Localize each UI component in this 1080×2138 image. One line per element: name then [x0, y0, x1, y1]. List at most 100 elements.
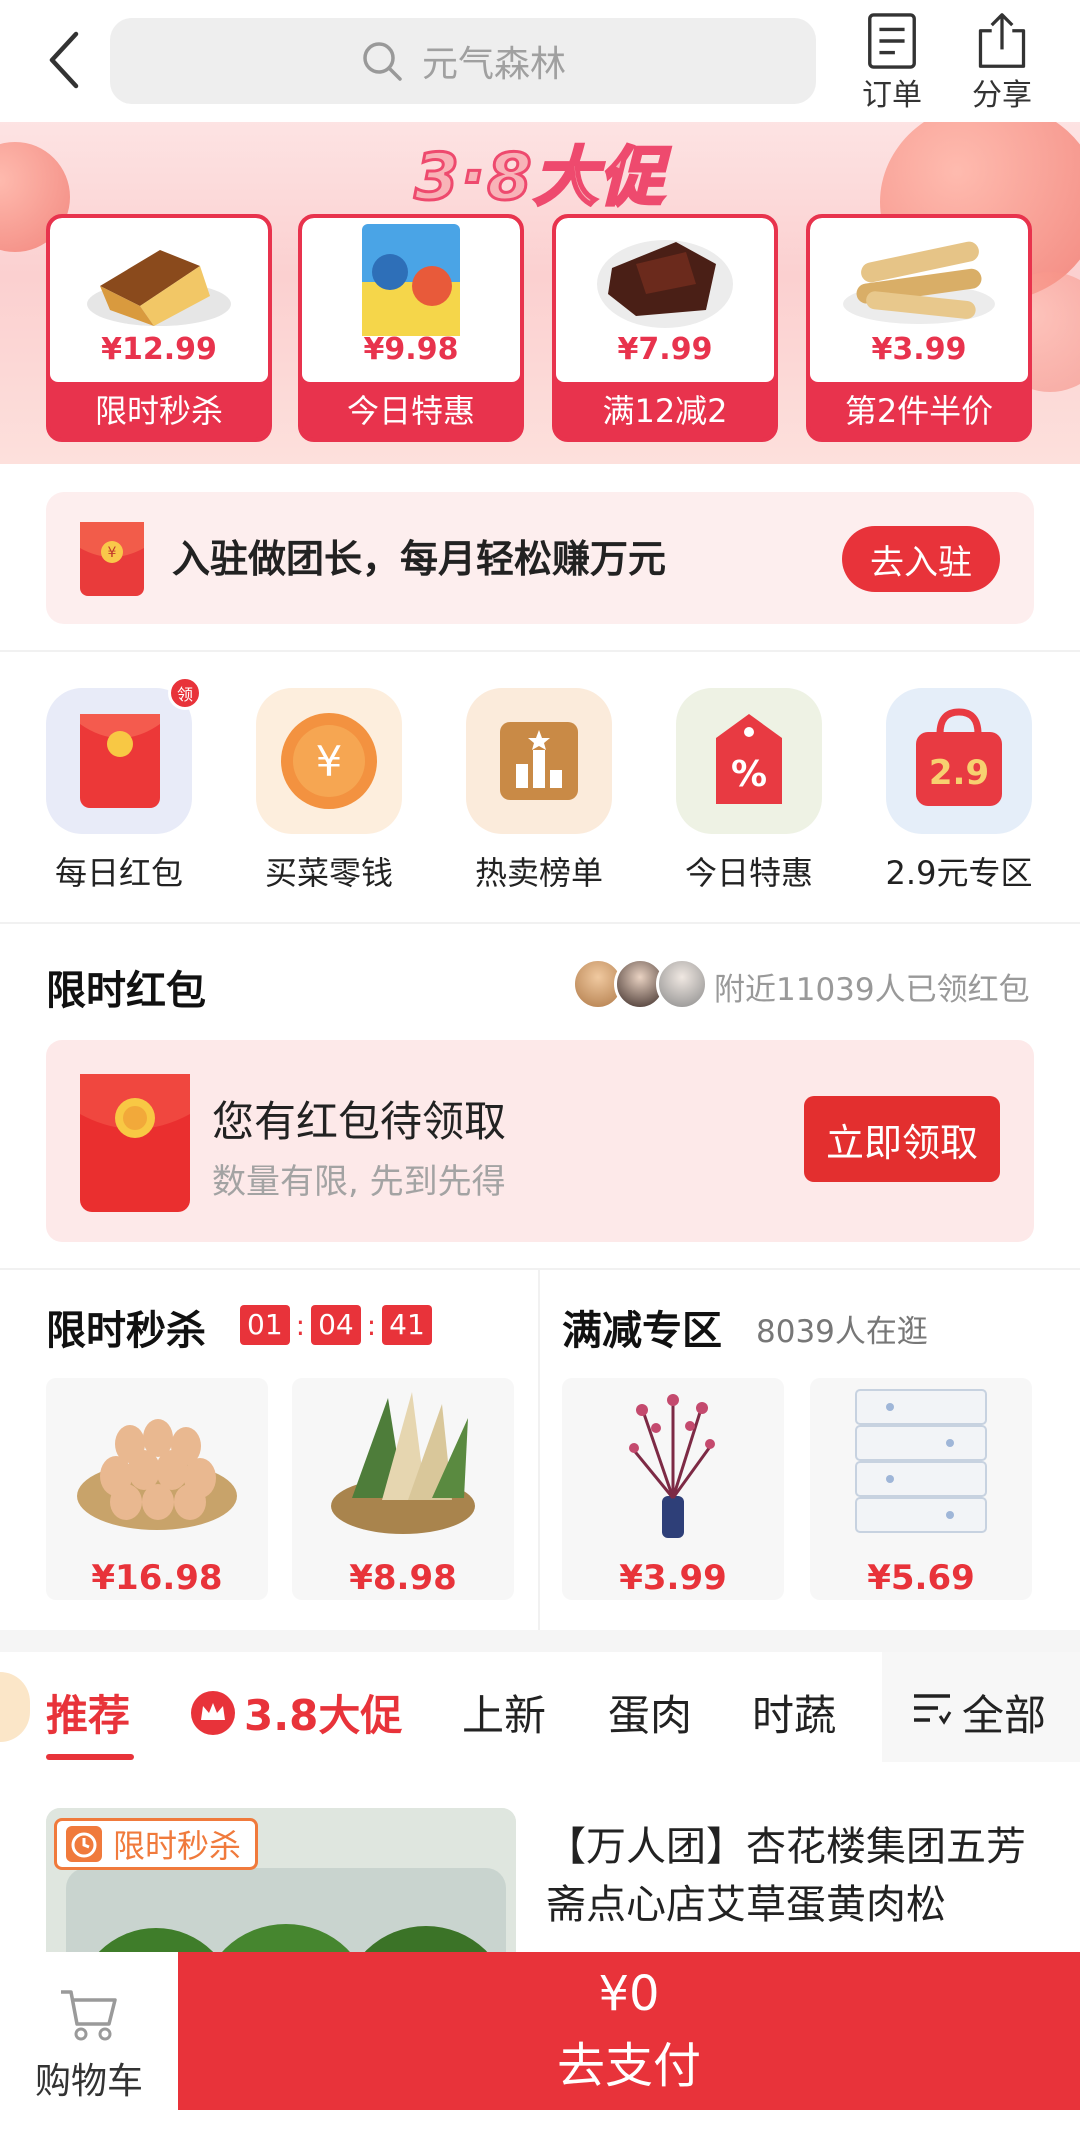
tab-all[interactable]: 全部	[882, 1652, 1080, 1762]
flower-vase-image	[629, 1394, 715, 1538]
cake-image	[87, 250, 231, 326]
promo-card[interactable]: ¥3.99 第2件半价	[806, 214, 1032, 442]
svg-text:¥: ¥	[108, 545, 117, 561]
tab-label: 3.8大促	[244, 1691, 403, 1740]
orders-button[interactable]: 订单	[852, 12, 932, 114]
shortcut-icon: 2.9	[886, 688, 1032, 834]
side-float-button[interactable]	[0, 1672, 30, 1742]
shortcut-icon	[466, 688, 612, 834]
red-packet-heading: 您有红包待领取	[212, 1097, 507, 1146]
svg-text:¥: ¥	[316, 737, 343, 786]
svg-text:%: %	[731, 754, 767, 795]
product-price: ¥8.98	[349, 1558, 457, 1598]
flash-sale-tag: 限时秒杀	[54, 1818, 259, 1870]
divider	[0, 1268, 1080, 1270]
divider	[538, 1270, 540, 1630]
shortcut-label: 热卖榜单	[474, 854, 603, 892]
red-packet-subtitle: 数量有限, 先到先得	[212, 1162, 506, 1202]
eggs-image	[77, 1419, 237, 1530]
shortcut-icon: 领	[46, 676, 202, 834]
discount-product[interactable]: ¥3.99	[562, 1378, 784, 1600]
discount-tag-icon: %	[716, 714, 782, 804]
alarm-clock-icon	[66, 1826, 102, 1862]
svg-text:2.9: 2.9	[929, 753, 989, 793]
red-packet-section-title: 限时红包	[46, 968, 206, 1014]
pay-label: 去支付	[556, 2038, 701, 2094]
top-bar: 元气森林 订单 分享	[0, 0, 1080, 122]
discount-zone-title: 满减专区	[562, 1308, 722, 1354]
search-input[interactable]: 元气森林	[110, 18, 816, 104]
product-price: ¥3.99	[619, 1558, 727, 1598]
search-icon	[363, 42, 402, 81]
promo-card-price: ¥12.99	[101, 332, 217, 367]
timer-minutes: 04	[311, 1305, 361, 1345]
tab-eggs-meat[interactable]: 蛋肉	[608, 1682, 692, 1743]
promo-card-price: ¥3.99	[871, 332, 967, 367]
ranking-chart-icon	[500, 722, 578, 800]
divider	[0, 650, 1080, 652]
shortcut-icon: %	[676, 688, 822, 834]
filter-menu-icon	[914, 1694, 952, 1725]
shortcut-label: 每日红包	[54, 854, 183, 892]
promo-card-price: ¥7.99	[617, 332, 713, 367]
tab-all-label: 全部	[962, 1691, 1047, 1740]
back-button[interactable]	[34, 22, 94, 98]
section-gap	[0, 1630, 1080, 1652]
promo-banner[interactable]: 3·8大促 ¥12.99 限时秒杀 ¥9.98 今日特惠 ¥7.99 满12减2…	[0, 122, 1080, 464]
divider	[0, 922, 1080, 924]
red-envelope-icon	[80, 1074, 190, 1212]
cart-icon	[61, 1990, 117, 2041]
flash-sale-tag-label: 限时秒杀	[113, 1827, 242, 1865]
red-packet-icon	[80, 714, 160, 808]
share-button[interactable]: 分享	[962, 12, 1042, 114]
active-tab-indicator	[46, 1754, 134, 1760]
shortcut-label: 2.9元专区	[885, 854, 1033, 892]
orders-label: 订单	[862, 78, 922, 113]
promo-card[interactable]: ¥9.98 今日特惠	[298, 214, 524, 442]
group-leader-banner[interactable]: ¥ 入驻做团长，每月轻松赚万元 去入驻	[46, 492, 1034, 624]
shortcut-2-9-zone[interactable]: 2.9 2.9元专区	[884, 688, 1034, 894]
nearby-claimed-count: 附近11039人已领红包	[714, 972, 1030, 1008]
share-icon	[978, 13, 1026, 68]
cart-label: 购物车	[34, 2061, 143, 2102]
shortcut-todays-deals[interactable]: % 今日特惠	[674, 688, 824, 894]
promo-card[interactable]: ¥7.99 满12减2	[552, 214, 778, 442]
timer-seconds: 41	[382, 1305, 432, 1345]
pay-button[interactable]: ¥0 去支付	[178, 1952, 1080, 2110]
order-list-icon	[868, 13, 916, 69]
promo-card[interactable]: ¥12.99 限时秒杀	[46, 214, 272, 442]
join-button[interactable]: 去入驻	[842, 526, 1000, 592]
shortcut-icon: ¥	[256, 688, 402, 834]
tab-38-promo[interactable]: 3.8大促	[190, 1682, 402, 1743]
tab-recommend[interactable]: 推荐	[46, 1682, 130, 1743]
shortcut-hot-ranking[interactable]: 热卖榜单	[464, 688, 614, 894]
shortcut-daily-red-packet[interactable]: 领 每日红包	[44, 676, 202, 894]
spring-roll-image	[843, 241, 995, 324]
flash-sale-product[interactable]: ¥16.98	[46, 1378, 268, 1600]
flash-sale-product[interactable]: ¥8.98	[292, 1378, 514, 1600]
tissue-pack-image	[855, 1389, 987, 1533]
avatar	[656, 958, 708, 1010]
tab-new-arrivals[interactable]: 上新	[462, 1682, 546, 1743]
shortcut-grocery-change[interactable]: ¥ 买菜零钱	[254, 688, 404, 894]
red-packet-card[interactable]: 您有红包待领取 数量有限, 先到先得 立即领取	[46, 1040, 1034, 1242]
page: 元气森林 订单 分享 3·8大促 ¥12.99 限时秒杀 ¥9.98 今日特惠 …	[0, 0, 1080, 2138]
product-title[interactable]: 【万人团】杏花楼集团五芳斋点心店艾草蛋黄肉松	[546, 1818, 1036, 1934]
shortcut-label: 今日特惠	[684, 854, 813, 892]
promo-card-tag: 今日特惠	[346, 392, 475, 430]
shopping-bag-icon: 2.9	[916, 708, 1002, 806]
cart-button[interactable]: 购物车	[0, 1952, 178, 2138]
total-amount: ¥0	[598, 1966, 660, 2022]
tab-vegetables[interactable]: 时蔬	[752, 1682, 836, 1743]
promo-card-tag: 第2件半价	[844, 392, 994, 430]
claim-badge: 领	[168, 676, 202, 710]
beef-jerky-image	[597, 240, 733, 328]
chevron-left-icon	[49, 31, 79, 89]
promo-card-tag: 满12减2	[602, 392, 728, 430]
claim-now-button[interactable]: 立即领取	[804, 1096, 1000, 1182]
flash-sale-title: 限时秒杀	[46, 1308, 206, 1354]
shortcut-label: 买菜零钱	[264, 854, 393, 892]
crown-icon	[191, 1690, 235, 1735]
discount-product[interactable]: ¥5.69	[810, 1378, 1032, 1600]
promo-card-price: ¥9.98	[363, 332, 459, 367]
